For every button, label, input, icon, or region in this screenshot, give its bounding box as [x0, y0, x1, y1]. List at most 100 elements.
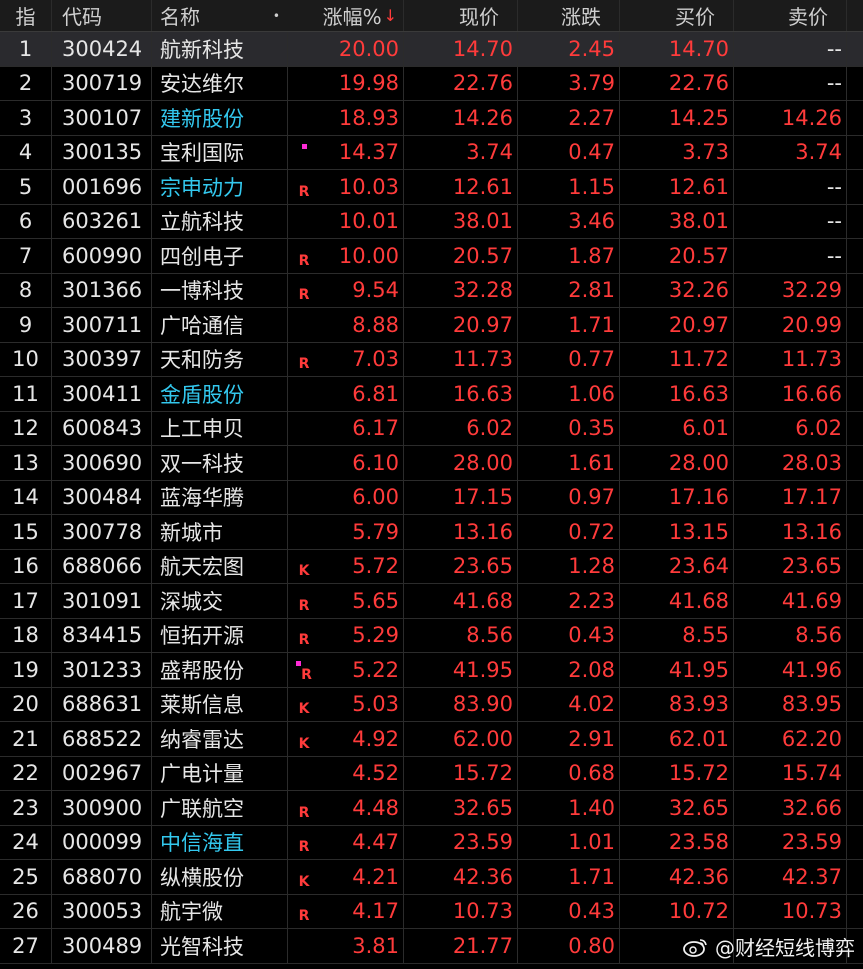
- table-row[interactable]: 14 300484 蓝海华腾 6.00 17.15 0.97 17.16 17.17: [0, 480, 863, 515]
- row-marker: [288, 929, 320, 963]
- stock-code: 300719: [52, 66, 152, 100]
- table-row[interactable]: 9 300711 广哈通信 8.88 20.97 1.71 20.97 20.99: [0, 308, 863, 343]
- col-header-ask[interactable]: 卖价: [734, 0, 847, 31]
- flag-badge: K: [298, 563, 310, 580]
- flag-badge: R: [298, 908, 310, 925]
- col-header-index[interactable]: 指: [0, 0, 52, 31]
- table-row[interactable]: 22 002967 广电计量 4.52 15.72 0.68 15.72 15.74: [0, 756, 863, 791]
- price-change: 1.01: [518, 825, 620, 859]
- change-percent: 9.54: [320, 273, 404, 307]
- stock-table: 指 代码 名称 • 涨幅% ↓ 现价 涨跌 买价 卖价 1 300424 航新科技 2…: [0, 0, 863, 964]
- table-row[interactable]: 16 688066 航天宏图 K 5.72 23.65 1.28 23.64 23.65: [0, 549, 863, 584]
- table-row[interactable]: 11 300411 金盾股份 6.81 16.63 1.06 16.63 16.66: [0, 377, 863, 412]
- price-change: 2.08: [518, 653, 620, 687]
- price-change: 1.87: [518, 239, 620, 273]
- ask-price: 16.66: [734, 377, 847, 411]
- stock-code: 600990: [52, 239, 152, 273]
- row-index: 13: [0, 446, 52, 480]
- ask-price: 17.17: [734, 480, 847, 514]
- weibo-icon: [683, 937, 709, 957]
- change-percent: 4.52: [320, 756, 404, 790]
- col-header-pct[interactable]: 涨幅% ↓: [320, 0, 404, 31]
- stock-name: 深城交: [152, 584, 288, 618]
- table-row[interactable]: 25 688070 纵横股份 K 4.21 42.36 1.71 42.36 42.37: [0, 860, 863, 895]
- row-index: 17: [0, 584, 52, 618]
- table-row[interactable]: 26 300053 航宇微 R 4.17 10.73 0.43 10.72 10.73: [0, 894, 863, 929]
- table-row[interactable]: 23 300900 广联航空 R 4.48 32.65 1.40 32.65 32.66: [0, 791, 863, 826]
- bid-price: 83.93: [620, 687, 734, 721]
- current-price: 28.00: [404, 446, 518, 480]
- col-header-pct-label: 涨幅%: [322, 5, 382, 29]
- table-row[interactable]: 4 300135 宝利国际 14.37 3.74 0.47 3.73 3.74: [0, 135, 863, 170]
- price-change: 1.71: [518, 308, 620, 342]
- row-index: 24: [0, 825, 52, 859]
- ask-price: --: [734, 170, 847, 204]
- watermark-text: @财经短线博弈: [715, 936, 855, 960]
- table-row[interactable]: 6 603261 立航科技 10.01 38.01 3.46 38.01 --: [0, 204, 863, 239]
- current-price: 10.73: [404, 894, 518, 928]
- stock-code: 834415: [52, 618, 152, 652]
- row-edge: [847, 895, 863, 929]
- bid-price: 42.36: [620, 860, 734, 894]
- table-row[interactable]: 20 688631 莱斯信息 K 5.03 83.90 4.02 83.93 83.95: [0, 687, 863, 722]
- ask-price: --: [734, 32, 847, 66]
- bid-price: 20.57: [620, 239, 734, 273]
- table-row[interactable]: 24 000099 中信海直 R 4.47 23.59 1.01 23.58 23.59: [0, 825, 863, 860]
- stock-name: 恒拓开源: [152, 618, 288, 652]
- price-change: 0.43: [518, 894, 620, 928]
- row-marker: R: [288, 343, 320, 377]
- table-row[interactable]: 19 301233 盛帮股份 R 5.22 41.95 2.08 41.95 41.96: [0, 653, 863, 688]
- table-row[interactable]: 17 301091 深城交 R 5.65 41.68 2.23 41.68 41.69: [0, 584, 863, 619]
- table-row[interactable]: 2 300719 安达维尔 19.98 22.76 3.79 22.76 --: [0, 66, 863, 101]
- col-header-change[interactable]: 涨跌: [518, 0, 620, 31]
- table-row[interactable]: 5 001696 宗申动力 R 10.03 12.61 1.15 12.61 --: [0, 170, 863, 205]
- row-index: 7: [0, 239, 52, 273]
- change-percent: 5.65: [320, 584, 404, 618]
- row-edge: [847, 67, 863, 101]
- ask-price: 13.16: [734, 515, 847, 549]
- table-row[interactable]: 1 300424 航新科技 20.00 14.70 2.45 14.70 --: [0, 32, 863, 67]
- row-index: 25: [0, 860, 52, 894]
- stock-code: 300411: [52, 377, 152, 411]
- price-change: 0.68: [518, 756, 620, 790]
- row-index: 12: [0, 411, 52, 445]
- col-header-price[interactable]: 现价: [404, 0, 518, 31]
- col-header-name[interactable]: 名称 •: [152, 0, 288, 31]
- ask-price: 32.66: [734, 791, 847, 825]
- price-change: 0.47: [518, 135, 620, 169]
- stock-name: 广哈通信: [152, 308, 288, 342]
- table-row[interactable]: 8 301366 一博科技 R 9.54 32.28 2.81 32.26 32.29: [0, 273, 863, 308]
- bid-price: 32.65: [620, 791, 734, 825]
- table-row[interactable]: 7 600990 四创电子 R 10.00 20.57 1.87 20.57 --: [0, 239, 863, 274]
- ask-price: 42.37: [734, 860, 847, 894]
- table-row[interactable]: 15 300778 新城市 5.79 13.16 0.72 13.15 13.16: [0, 515, 863, 550]
- row-index: 20: [0, 687, 52, 721]
- change-percent: 10.01: [320, 204, 404, 238]
- current-price: 62.00: [404, 722, 518, 756]
- change-percent: 6.00: [320, 480, 404, 514]
- current-price: 41.95: [404, 653, 518, 687]
- table-row[interactable]: 3 300107 建新股份 18.93 14.26 2.27 14.25 14.26: [0, 101, 863, 136]
- stock-code: 300424: [52, 32, 152, 66]
- stock-code: 600843: [52, 411, 152, 445]
- table-row[interactable]: 12 600843 上工申贝 6.17 6.02 0.35 6.01 6.02: [0, 411, 863, 446]
- col-header-bid[interactable]: 买价: [620, 0, 734, 31]
- row-edge: [847, 101, 863, 135]
- bid-price: 3.73: [620, 135, 734, 169]
- current-price: 16.63: [404, 377, 518, 411]
- stock-code: 300107: [52, 101, 152, 135]
- ask-price: 10.73: [734, 894, 847, 928]
- row-edge: [847, 515, 863, 549]
- stock-name: 航新科技: [152, 32, 288, 66]
- table-row[interactable]: 21 688522 纳睿雷达 K 4.92 62.00 2.91 62.01 62.20: [0, 722, 863, 757]
- ask-price: --: [734, 66, 847, 100]
- table-row[interactable]: 13 300690 双一科技 6.10 28.00 1.61 28.00 28.03: [0, 446, 863, 481]
- price-change: 0.43: [518, 618, 620, 652]
- stock-name: 莱斯信息: [152, 687, 288, 721]
- row-marker: [288, 101, 320, 135]
- flag-badge: R: [301, 666, 312, 683]
- row-edge: [847, 550, 863, 584]
- col-header-code[interactable]: 代码: [52, 0, 152, 31]
- table-row[interactable]: 10 300397 天和防务 R 7.03 11.73 0.77 11.72 11.73: [0, 342, 863, 377]
- table-row[interactable]: 18 834415 恒拓开源 R 5.29 8.56 0.43 8.55 8.56: [0, 618, 863, 653]
